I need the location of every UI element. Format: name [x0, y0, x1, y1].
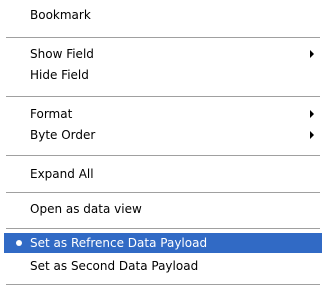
menu-item-label: Show Field	[30, 47, 94, 61]
menu-item-show-field[interactable]: Show Field	[4, 44, 322, 64]
menu-item-format[interactable]: Format	[4, 104, 322, 124]
menu-separator	[6, 96, 320, 97]
menu-item-label: Byte Order	[30, 128, 96, 142]
menu-item-expand-all[interactable]: Expand All	[4, 164, 322, 184]
menu-item-open-as-data-view[interactable]: Open as data view	[4, 199, 322, 219]
menu-item-hide-field[interactable]: Hide Field	[4, 65, 322, 85]
menu-item-label: Expand All	[30, 167, 94, 181]
menu-separator	[6, 37, 320, 38]
menu-item-label: Bookmark	[30, 8, 91, 22]
menu-item-label: Set as Second Data Payload	[30, 259, 199, 273]
menu-separator	[6, 228, 320, 229]
radio-bullet-icon	[16, 240, 22, 246]
menu-item-bookmark[interactable]: Bookmark	[4, 5, 322, 25]
context-menu: Bookmark Show Field Hide Field Format By…	[0, 0, 326, 288]
menu-item-label: Hide Field	[30, 68, 89, 82]
menu-item-label: Open as data view	[30, 202, 142, 216]
submenu-arrow-icon	[310, 50, 314, 58]
menu-separator	[6, 155, 320, 156]
menu-separator	[6, 284, 320, 285]
submenu-arrow-icon	[310, 131, 314, 139]
menu-separator	[6, 192, 320, 193]
menu-item-set-as-second-data-payload[interactable]: Set as Second Data Payload	[4, 256, 322, 276]
menu-item-label: Set as Refrence Data Payload	[30, 236, 208, 250]
menu-item-byte-order[interactable]: Byte Order	[4, 125, 322, 145]
menu-item-label: Format	[30, 107, 73, 121]
submenu-arrow-icon	[310, 110, 314, 118]
menu-item-set-as-refrence-data-payload[interactable]: Set as Refrence Data Payload	[4, 233, 322, 253]
